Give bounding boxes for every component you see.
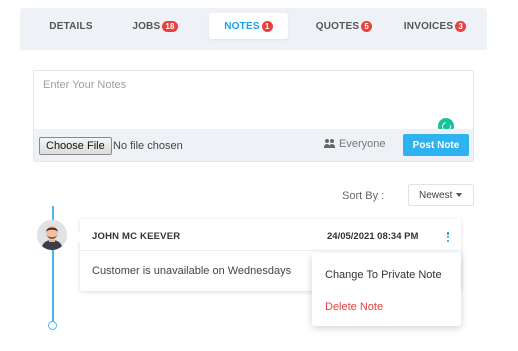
tab-jobs[interactable]: JOBS 18	[120, 13, 190, 39]
quotes-count-badge: 5	[361, 20, 373, 32]
jobs-count-badge: 18	[162, 20, 178, 32]
note-text: Customer is unavailable on Wednesdays	[92, 265, 292, 277]
tab-jobs-label: JOBS	[132, 20, 161, 32]
tab-details[interactable]: DETAILS	[35, 13, 107, 39]
timeline-end-dot	[48, 321, 57, 330]
tab-invoices-label: INVOICES	[403, 20, 454, 32]
sort-by-label: Sort By :	[342, 190, 385, 202]
tab-quotes[interactable]: QUOTES 5	[308, 13, 380, 39]
note-divider	[80, 250, 461, 251]
change-to-private-menu-item[interactable]: Change To Private Note	[325, 269, 442, 281]
note-datetime: 24/05/2021 08:34 PM	[327, 231, 419, 242]
invoices-count-badge: 3	[455, 20, 467, 32]
caret-down-icon	[456, 193, 463, 197]
notes-count-badge: 1	[261, 20, 273, 32]
tab-notes[interactable]: NOTES 1	[209, 13, 288, 39]
editor-toolbar: Choose File No file chosen Everyone Post…	[34, 129, 473, 161]
note-actions-menu: Change To Private Note Delete Note	[312, 253, 461, 326]
users-icon	[324, 139, 336, 149]
avatar	[37, 220, 67, 250]
delete-note-menu-item[interactable]: Delete Note	[325, 301, 383, 313]
post-note-button[interactable]: Post Note	[403, 134, 469, 156]
file-status-text: No file chosen	[113, 140, 183, 152]
kebab-menu-icon[interactable]	[444, 231, 452, 243]
note-editor: Choose File No file chosen Everyone Post…	[33, 70, 474, 162]
sort-select[interactable]: Newest	[408, 184, 474, 206]
tab-quotes-label: QUOTES	[315, 20, 360, 32]
tab-details-label: DETAILS	[49, 20, 93, 32]
visibility-selector[interactable]: Everyone	[324, 138, 385, 150]
note-author: JOHN MC KEEVER	[92, 231, 181, 242]
notes-panel: DETAILS JOBS 18 NOTES 1 QUOTES 5 INVOICE…	[20, 8, 487, 346]
visibility-label: Everyone	[339, 138, 386, 150]
sort-selected-value: Newest	[419, 189, 453, 201]
tab-bar: DETAILS JOBS 18 NOTES 1 QUOTES 5 INVOICE…	[20, 8, 487, 42]
notes-content: Choose File No file chosen Everyone Post…	[20, 50, 487, 346]
tab-invoices[interactable]: INVOICES 3	[395, 13, 475, 39]
notes-textarea[interactable]	[34, 71, 473, 129]
tab-notes-label: NOTES	[224, 20, 260, 32]
choose-file-button[interactable]: Choose File	[39, 137, 112, 155]
